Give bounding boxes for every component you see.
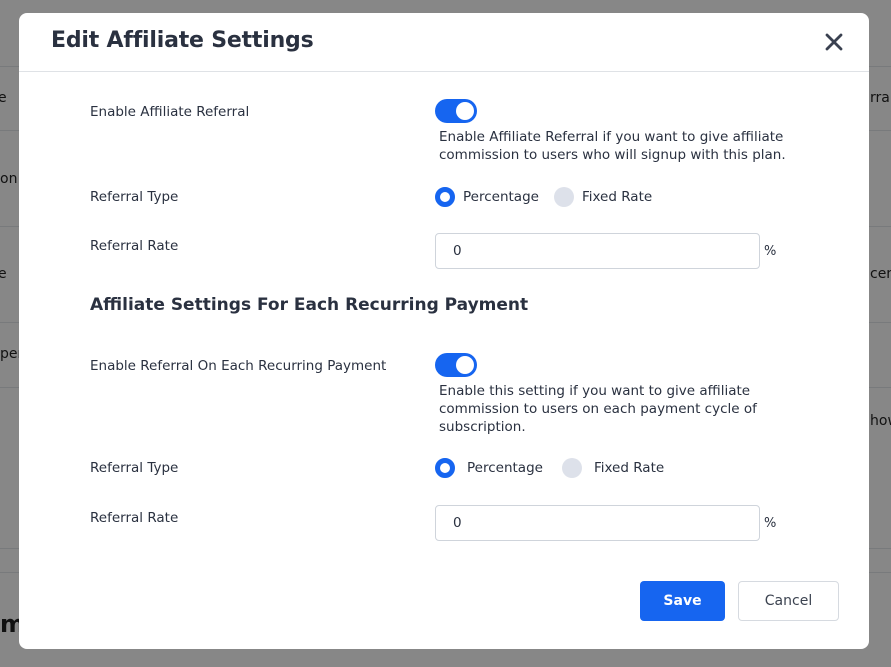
enable-recurring-toggle[interactable] bbox=[435, 353, 477, 377]
edit-affiliate-settings-modal: Edit Affiliate Settings Enable Affiliate… bbox=[19, 13, 869, 649]
percent-unit: % bbox=[764, 516, 777, 531]
save-button[interactable]: Save bbox=[640, 581, 725, 621]
radio-label: Percentage bbox=[463, 189, 539, 205]
referral-type-radio-group: Percentage Fixed Rate bbox=[435, 187, 652, 207]
radio-selected[interactable] bbox=[435, 187, 455, 207]
close-icon-graphic bbox=[825, 33, 843, 51]
enable-recurring-label: Enable Referral On Each Recurring Paymen… bbox=[90, 358, 387, 374]
enable-referral-help: Enable Affiliate Referral if you want to… bbox=[439, 129, 786, 163]
radio-unselected[interactable] bbox=[553, 187, 574, 207]
recurring-section-title: Affiliate Settings For Each Recurring Pa… bbox=[90, 295, 529, 315]
recurring-rate-input[interactable] bbox=[435, 505, 760, 541]
recurring-rate-label: Referral Rate bbox=[90, 510, 179, 526]
referral-rate-label: Referral Rate bbox=[90, 238, 179, 254]
enable-referral-toggle[interactable] bbox=[435, 99, 477, 123]
recurring-type-option-fixed-rate[interactable]: Fixed Rate bbox=[561, 458, 665, 478]
radio-label: Fixed Rate bbox=[581, 189, 653, 205]
recurring-type-option-percentage[interactable]: Percentage bbox=[435, 458, 543, 478]
radio-label: Percentage bbox=[467, 460, 543, 476]
recurring-type-label: Referral Type bbox=[90, 460, 179, 476]
radio-label: Fixed Rate bbox=[593, 460, 665, 476]
referral-rate-input[interactable] bbox=[435, 233, 760, 269]
modal-header: Edit Affiliate Settings bbox=[19, 13, 869, 72]
cancel-button[interactable]: Cancel bbox=[738, 581, 839, 621]
referral-type-option-percentage[interactable]: Percentage bbox=[435, 187, 539, 207]
radio-unselected[interactable] bbox=[561, 458, 582, 478]
percent-unit: % bbox=[764, 244, 777, 259]
close-icon[interactable] bbox=[822, 30, 846, 54]
referral-type-label: Referral Type bbox=[90, 189, 179, 205]
enable-recurring-help: Enable this setting if you want to give … bbox=[439, 383, 757, 435]
enable-referral-label: Enable Affiliate Referral bbox=[90, 104, 250, 120]
referral-type-option-fixed-rate[interactable]: Fixed Rate bbox=[553, 187, 653, 207]
modal-title: Edit Affiliate Settings bbox=[51, 28, 314, 53]
radio-selected[interactable] bbox=[435, 458, 455, 478]
recurring-type-radio-group: Percentage Fixed Rate bbox=[435, 458, 664, 478]
